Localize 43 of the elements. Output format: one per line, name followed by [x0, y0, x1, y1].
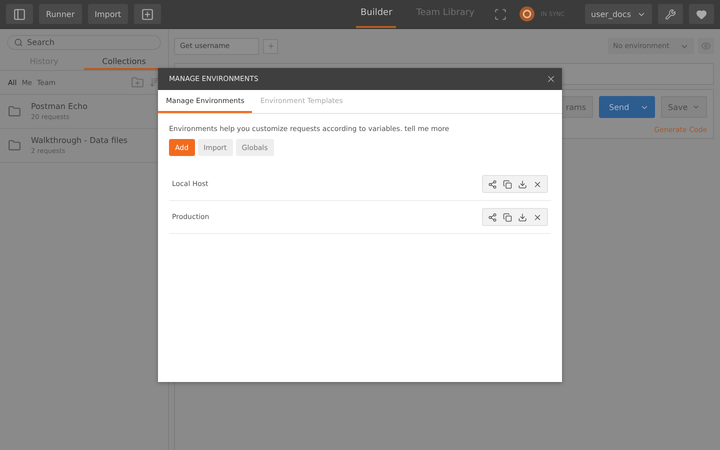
- sidebar-icon: [13, 8, 26, 20]
- eye-icon: [701, 41, 711, 51]
- sync-icon: [518, 6, 535, 22]
- share-icon: [488, 212, 497, 222]
- send-button[interactable]: Send: [599, 96, 655, 118]
- favorite-button[interactable]: [689, 4, 714, 24]
- download-button[interactable]: [516, 212, 529, 222]
- interceptor-icon: [494, 8, 507, 20]
- settings-button[interactable]: [658, 4, 683, 24]
- close-icon: [546, 74, 556, 84]
- nav-tab[interactable]: Builder: [356, 0, 396, 28]
- folder-icon: [8, 105, 21, 118]
- folder-icon: [8, 139, 21, 152]
- download-button[interactable]: [516, 180, 529, 188]
- duplicate-button[interactable]: [501, 212, 514, 222]
- sidebar-toggle-button[interactable]: [6, 4, 33, 24]
- sort-icon: [149, 77, 160, 88]
- heart-icon: [696, 8, 707, 20]
- chevron-down-icon: [692, 103, 700, 111]
- new-tab-button[interactable]: [134, 4, 162, 24]
- toolbar-button[interactable]: Runner: [39, 4, 82, 24]
- share-icon: [488, 180, 497, 188]
- copy-icon: [503, 212, 512, 222]
- copy-icon: [503, 180, 512, 188]
- new-folder-icon: [131, 76, 144, 89]
- wrench-icon: [665, 8, 676, 20]
- collection-name[interactable]: Walkthrough - Data files: [31, 136, 128, 145]
- user-dropdown[interactable]: user_docs: [585, 4, 652, 24]
- close-icon: [533, 180, 542, 188]
- plus-icon: [266, 42, 274, 50]
- save-button[interactable]: Save: [661, 96, 707, 118]
- download-icon: [518, 212, 527, 222]
- share-button[interactable]: [486, 180, 499, 188]
- close-button[interactable]: [546, 74, 556, 84]
- search-icon: [14, 38, 23, 47]
- collection-name[interactable]: Postman Echo: [31, 102, 88, 111]
- search-field[interactable]: Search: [7, 35, 161, 50]
- duplicate-button[interactable]: [501, 180, 514, 188]
- new-window-icon: [141, 8, 154, 20]
- toolbar-button[interactable]: Import: [88, 4, 128, 24]
- share-button[interactable]: [486, 212, 499, 222]
- download-icon: [518, 180, 527, 188]
- close-icon: [533, 212, 542, 222]
